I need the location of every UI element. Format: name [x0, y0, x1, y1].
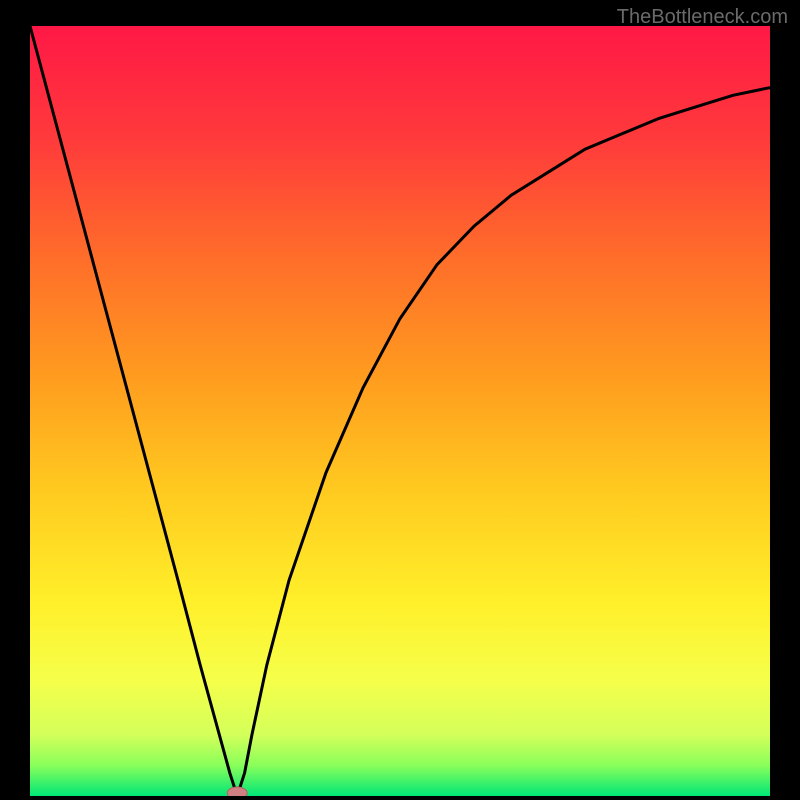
- chart-plot-area: [30, 26, 770, 796]
- gradient-background: [30, 26, 770, 796]
- chart-svg: [30, 26, 770, 796]
- watermark-text: TheBottleneck.com: [617, 6, 788, 29]
- minimum-marker: [227, 787, 247, 796]
